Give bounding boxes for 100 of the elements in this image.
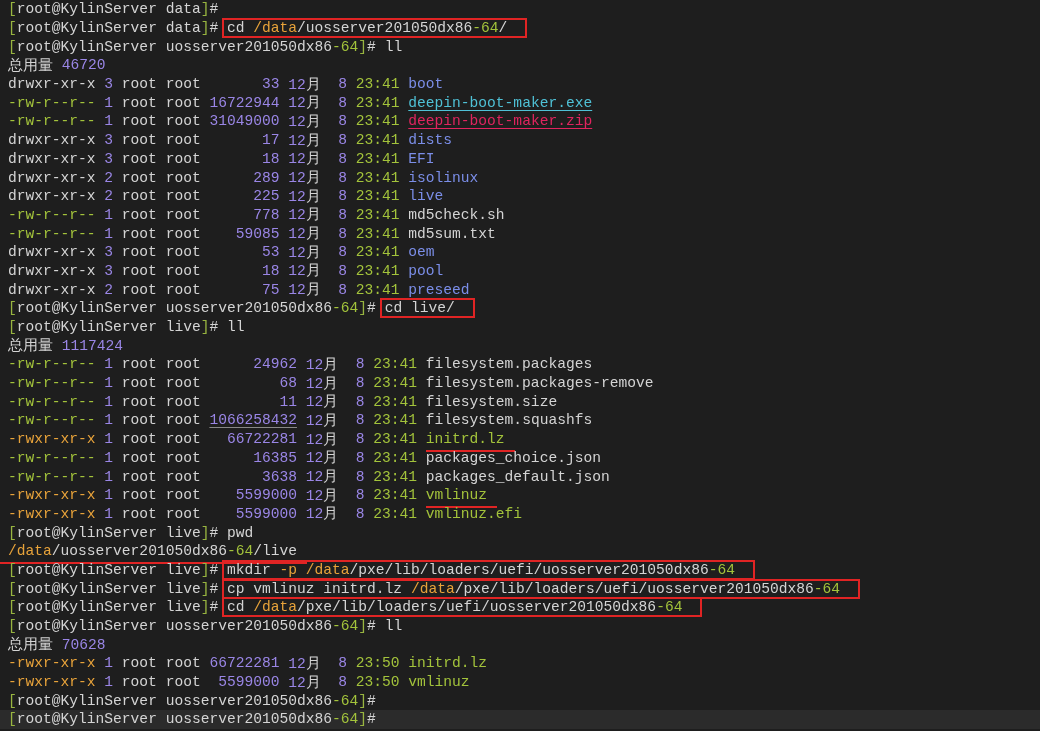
file-owner: root: [121, 412, 157, 429]
file-owner: root: [121, 188, 157, 205]
file-size: 16385: [252, 449, 297, 466]
file-size: 3638: [260, 468, 297, 485]
file-size: 18: [260, 262, 280, 279]
file-permissions: drwxr-xr-x: [8, 244, 96, 261]
file-time: 23:41: [373, 449, 418, 466]
file-time: 23:41: [355, 225, 400, 242]
file-permissions: -rw-r--r--: [8, 206, 96, 223]
file-owner: root: [121, 113, 157, 130]
file-day: 8: [329, 225, 347, 242]
link-count: 2: [104, 188, 114, 205]
file-permissions: -rwxr-xr-x: [8, 487, 96, 504]
file-size: 16722944: [209, 94, 280, 111]
command-text: cd live/: [379, 298, 475, 319]
file-group: root: [165, 244, 201, 261]
file-size: 66722281: [209, 655, 280, 672]
file-name: live: [408, 188, 444, 205]
file-day: 8: [329, 94, 347, 111]
link-count: 1: [104, 655, 114, 672]
file-group: root: [165, 113, 201, 130]
file-name: oem: [408, 244, 435, 261]
shell-prompt: [root@KylinServer data]#: [8, 20, 219, 37]
file-month: 12月: [288, 243, 321, 262]
file-permissions: -rw-r--r--: [8, 113, 96, 130]
file-size: 31049000: [209, 113, 280, 130]
total-size: 70628: [61, 636, 106, 653]
file-time: 23:41: [355, 150, 400, 167]
file-month: 12月: [288, 654, 321, 673]
file-month: 12月: [288, 206, 321, 225]
file-owner: root: [121, 262, 157, 279]
total-label: 总用量: [8, 636, 53, 655]
file-day: 8: [347, 375, 365, 392]
file-time: 23:41: [355, 113, 400, 130]
file-day: 8: [347, 505, 365, 522]
file-group: root: [165, 449, 201, 466]
file-owner: root: [121, 244, 157, 261]
file-time: 23:50: [355, 674, 400, 691]
total-label: 总用量: [8, 337, 53, 356]
link-count: 2: [104, 281, 114, 298]
file-size: 24962: [252, 356, 297, 373]
command-text: cp vmlinuz initrd.lz /data/pxe/lib/loaders/uefi/uosserver201050dx86-64: [221, 578, 861, 599]
file-size: 75: [260, 281, 280, 298]
file-permissions: -rw-r--r--: [8, 225, 96, 242]
link-count: 1: [104, 487, 114, 504]
file-month: 12月: [305, 505, 339, 524]
file-permissions: -rw-r--r--: [8, 468, 96, 485]
shell-prompt: [root@KylinServer data]#: [8, 1, 219, 18]
total-size: 46720: [61, 57, 106, 74]
file-owner: root: [121, 674, 157, 691]
file-permissions: -rwxr-xr-x: [8, 674, 96, 691]
command-text: cd /data/pxe/lib/loaders/uefi/uosserver201050dx86-64: [221, 597, 703, 618]
shell-prompt: [root@KylinServer live]#: [8, 599, 219, 616]
file-month: 12月: [288, 94, 321, 113]
file-time: 23:41: [373, 412, 418, 429]
file-name: md5sum.txt: [408, 225, 496, 242]
file-size: 289: [252, 169, 280, 186]
file-day: 8: [329, 76, 347, 93]
file-day: 8: [329, 244, 347, 261]
shell-prompt: [root@KylinServer live]#: [8, 580, 219, 597]
file-size: 17: [260, 132, 280, 149]
command-text: ll: [384, 619, 403, 634]
command-text: mkdir -p /data/pxe/lib/loaders/uefi/uosserver201050dx86-64: [221, 559, 755, 580]
file-permissions: -rw-r--r--: [8, 94, 96, 111]
file-owner: root: [121, 505, 157, 522]
link-count: 1: [104, 94, 114, 111]
file-group: root: [165, 393, 201, 410]
file-size: 5599000: [234, 505, 297, 522]
file-month: 12月: [305, 430, 339, 449]
file-group: root: [165, 655, 201, 672]
file-group: root: [165, 206, 201, 223]
file-owner: root: [121, 468, 157, 485]
link-count: 1: [104, 225, 114, 242]
link-count: 3: [104, 76, 114, 93]
file-permissions: -rw-r--r--: [8, 393, 96, 410]
file-day: 8: [329, 655, 347, 672]
file-day: 8: [329, 150, 347, 167]
file-name: dists: [408, 132, 453, 149]
command-text: pwd: [226, 525, 254, 540]
file-day: 8: [347, 468, 365, 485]
file-owner: root: [121, 281, 157, 298]
file-permissions: drwxr-xr-x: [8, 132, 96, 149]
file-permissions: -rw-r--r--: [8, 449, 96, 466]
file-time: 23:41: [355, 244, 400, 261]
link-count: 1: [104, 674, 114, 691]
file-month: 12月: [305, 486, 339, 505]
file-name: pool: [408, 262, 444, 279]
file-name: md5check.sh: [408, 206, 505, 223]
file-name: isolinux: [408, 169, 479, 186]
file-owner: root: [121, 655, 157, 672]
file-group: root: [165, 412, 201, 429]
link-count: 1: [104, 431, 114, 448]
file-group: root: [165, 225, 201, 242]
file-group: root: [165, 674, 201, 691]
file-name: filesystem.packages: [425, 356, 593, 373]
file-group: root: [165, 262, 201, 279]
link-count: 3: [104, 262, 114, 279]
file-day: 8: [347, 356, 365, 373]
file-name: vmlinuz: [408, 674, 470, 691]
file-month: 12月: [305, 468, 339, 487]
